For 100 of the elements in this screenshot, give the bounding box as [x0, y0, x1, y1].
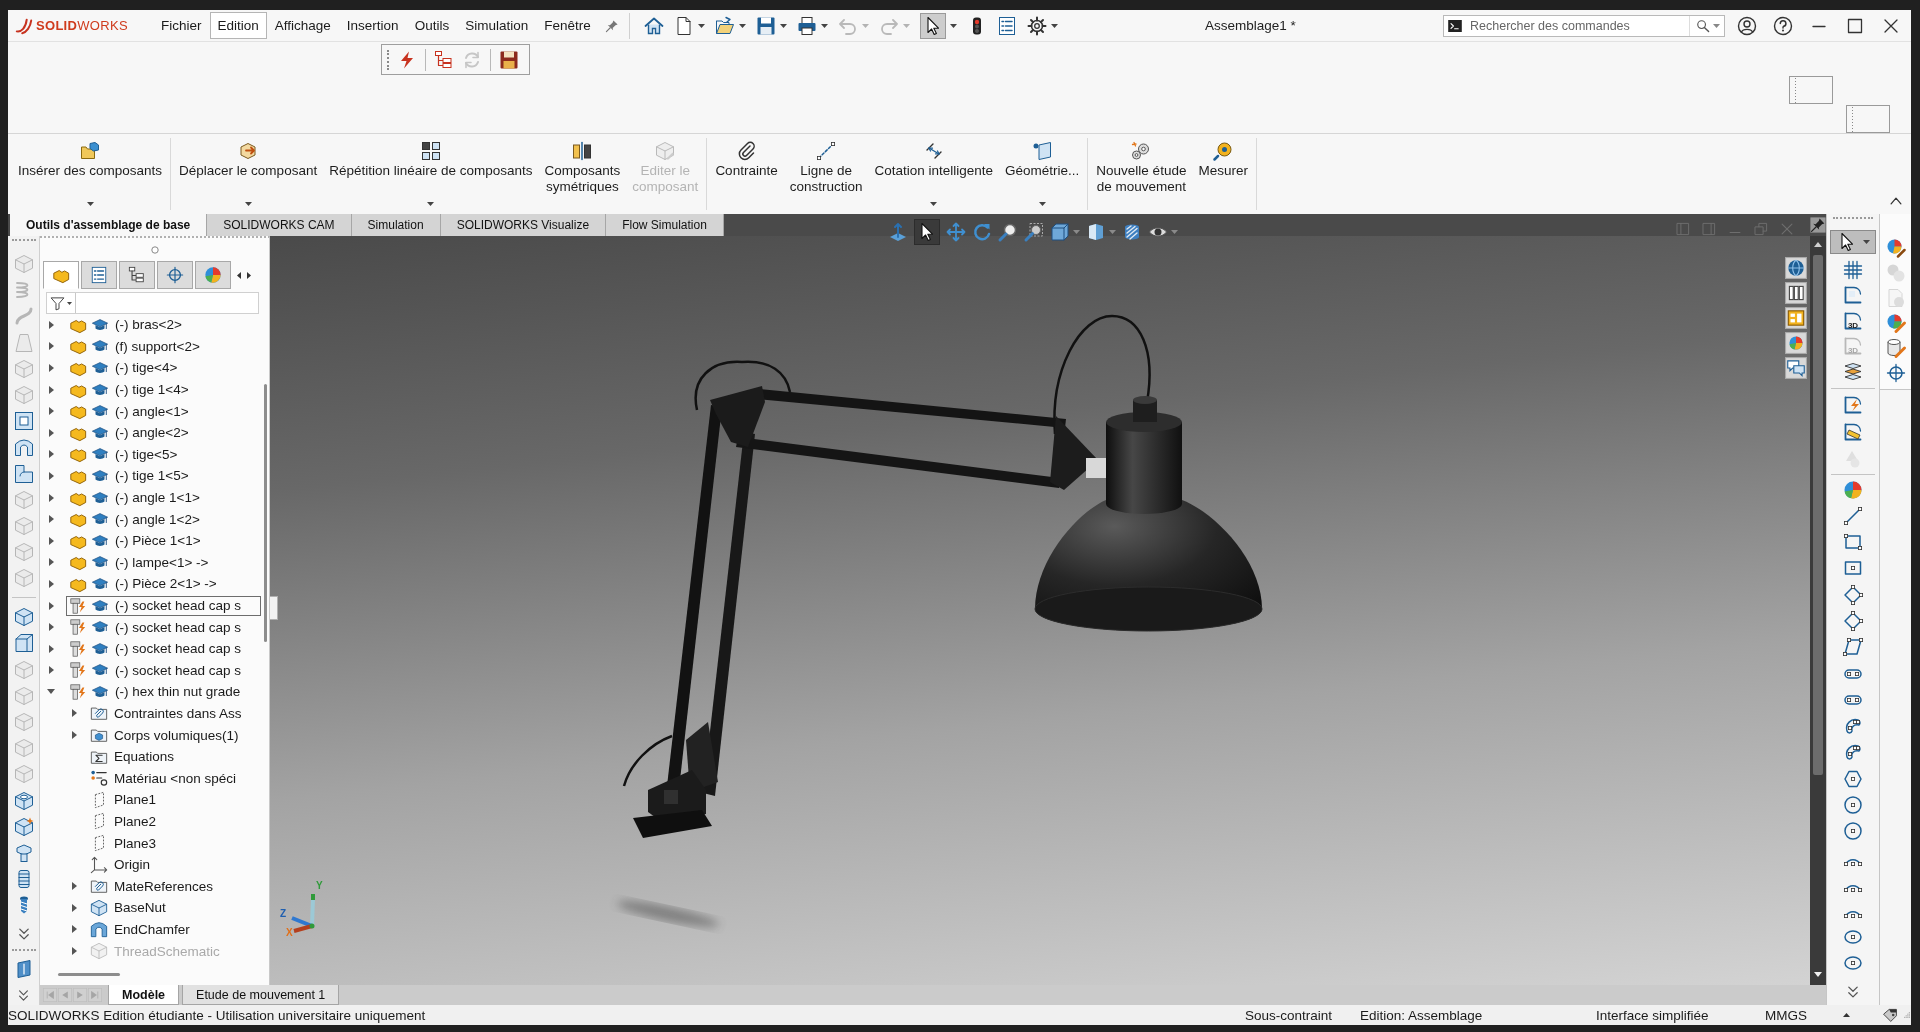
layout-icon[interactable]: [1785, 307, 1807, 329]
caret-right-icon[interactable]: [48, 601, 54, 610]
rotate-icon[interactable]: [972, 222, 992, 242]
caret-right-icon[interactable]: [71, 947, 77, 955]
settings-icon[interactable]: [1026, 15, 1047, 36]
caret-right-icon[interactable]: [48, 644, 54, 653]
search-field[interactable]: Rechercher des commandes: [1443, 14, 1725, 37]
notched-block-icon[interactable]: [13, 463, 34, 484]
sparkle-cube-icon[interactable]: [13, 816, 34, 837]
tree-item[interactable]: (-) Pièce 1<1>: [66, 530, 204, 551]
arrow-up-icon[interactable]: [1814, 242, 1822, 247]
tree-item[interactable]: (-) socket head cap s: [66, 595, 261, 616]
zoom-icon[interactable]: [998, 222, 1018, 242]
sphere-pencil-icon[interactable]: [1885, 313, 1906, 333]
tree-item[interactable]: (-) socket head cap s: [66, 660, 245, 681]
parallelogram-icon[interactable]: [1843, 637, 1863, 658]
chevron-double-down-icon[interactable]: [17, 989, 30, 1002]
view-cube-icon[interactable]: [1050, 222, 1070, 242]
tree-item[interactable]: Equations: [87, 746, 178, 767]
scrollbar-thumb[interactable]: [1813, 255, 1823, 775]
lightning-sketch-icon[interactable]: [1843, 394, 1863, 415]
tree-item[interactable]: (-) angle<2>: [66, 422, 192, 443]
tree-item[interactable]: (f) support<2>: [66, 336, 203, 357]
chevron-double-down-icon[interactable]: [1846, 984, 1860, 999]
panel-tab[interactable]: [43, 261, 79, 289]
caret-down-icon[interactable]: [738, 23, 746, 28]
cursor-button[interactable]: [1830, 230, 1876, 254]
caret-down-icon[interactable]: [697, 23, 705, 28]
ribbon-button[interactable]: Insérer des composants: [14, 138, 167, 210]
menu-item[interactable]: Fichier: [153, 12, 210, 39]
caret-right-icon[interactable]: [48, 623, 54, 632]
cursor-button[interactable]: [919, 12, 946, 39]
caret-right-icon[interactable]: [71, 882, 77, 891]
sphere-brush-icon[interactable]: [1885, 238, 1906, 258]
caret-down-icon[interactable]: [1050, 23, 1058, 28]
command-tab[interactable]: Simulation: [351, 214, 441, 236]
ribbon-button[interactable]: Cotation intelligente: [870, 138, 998, 210]
caret-right-icon[interactable]: [48, 450, 54, 459]
pin-icon[interactable]: [604, 18, 619, 33]
bolt-head-icon[interactable]: [13, 842, 34, 863]
caret-down-icon[interactable]: [949, 23, 957, 28]
bottom-tab[interactable]: Modèle: [108, 985, 180, 1005]
diamond-icon[interactable]: [1843, 584, 1863, 605]
caret-down-icon[interactable]: [779, 23, 787, 28]
ribbon-button[interactable]: Mesurer: [1194, 138, 1252, 210]
tree-item[interactable]: (-) angle 1<2>: [66, 509, 203, 530]
ribbon-button[interactable]: Répétition linéaire de composants: [325, 138, 537, 210]
tree-item[interactable]: (-) socket head cap s: [66, 638, 245, 659]
tree-item[interactable]: Corps volumiques(1): [87, 725, 242, 746]
grid-icon[interactable]: [1843, 259, 1863, 280]
bottom-tab[interactable]: Etude de mouvement 1: [182, 985, 340, 1005]
tree-item[interactable]: BaseNut: [87, 897, 169, 918]
command-tab[interactable]: Outils d'assemblage de base: [10, 214, 208, 236]
caret-up-icon[interactable]: [1843, 1013, 1850, 1017]
tree-item[interactable]: (-) socket head cap s: [66, 617, 245, 638]
shaded-box-icon[interactable]: [1086, 222, 1106, 242]
pin-icon[interactable]: [1810, 217, 1826, 233]
colored-sphere-icon[interactable]: [1843, 479, 1863, 500]
command-tab[interactable]: SOLIDWORKS CAM: [207, 214, 352, 236]
menu-item[interactable]: Outils: [406, 12, 458, 39]
tree-item[interactable]: (-) tige 1<5>: [66, 465, 192, 486]
menu-item[interactable]: Fenêtre: [536, 12, 599, 39]
caret-down-icon[interactable]: [820, 23, 828, 28]
cube-hole-icon[interactable]: [13, 790, 34, 811]
tree-item[interactable]: Contraintes dans Ass: [87, 703, 245, 724]
section-cylinder-icon[interactable]: [1122, 222, 1142, 242]
ribbon-button[interactable]: Composants symétriques: [540, 138, 625, 210]
menu-item[interactable]: Affichage: [266, 12, 339, 39]
tree-item[interactable]: (-) tige<4>: [66, 358, 181, 378]
help-icon[interactable]: [1773, 15, 1793, 36]
ribbon-button[interactable]: Ligne de construction: [785, 138, 867, 210]
circle-icon[interactable]: [1843, 795, 1863, 816]
scrollbar-thumb[interactable]: [263, 384, 267, 642]
vertical-scrollbar[interactable]: [1810, 236, 1826, 985]
panel-tab[interactable]: [81, 261, 117, 289]
tag-icon[interactable]: [1882, 1007, 1898, 1023]
books-icon[interactable]: [1785, 282, 1807, 304]
line-icon[interactable]: [1843, 505, 1863, 526]
printer-icon[interactable]: [796, 15, 817, 36]
tree-item[interactable]: (-) angle 1<1>: [66, 487, 203, 508]
menu-item[interactable]: Edition: [209, 12, 267, 39]
caret-right-icon[interactable]: [48, 579, 54, 588]
floppy-icon[interactable]: [499, 49, 519, 70]
command-tab[interactable]: SOLIDWORKS Visualize: [440, 214, 607, 236]
tree-item[interactable]: EndChamfer: [87, 919, 193, 940]
ribbon-button[interactable]: Contrainte: [711, 138, 782, 210]
tree-item[interactable]: Matériau <non spéci: [87, 768, 239, 789]
open-folder-icon[interactable]: [714, 15, 735, 36]
caret-right-icon[interactable]: [71, 731, 77, 740]
sketch-icon[interactable]: [1843, 285, 1863, 305]
caret-right-icon[interactable]: [48, 428, 54, 437]
speech-bubbles-icon[interactable]: [1785, 357, 1807, 379]
zoom-box-icon[interactable]: [1024, 222, 1044, 242]
layers-icon[interactable]: [1843, 361, 1863, 382]
database-pencil-icon[interactable]: [1885, 338, 1906, 358]
tree-item[interactable]: (-) Pièce 2<1> ->: [66, 573, 220, 594]
caret-right-icon[interactable]: [48, 320, 54, 329]
diamond-icon[interactable]: [1843, 611, 1863, 631]
menu-item[interactable]: Simulation: [457, 12, 537, 39]
ruler-sketch-icon[interactable]: [1843, 421, 1863, 442]
